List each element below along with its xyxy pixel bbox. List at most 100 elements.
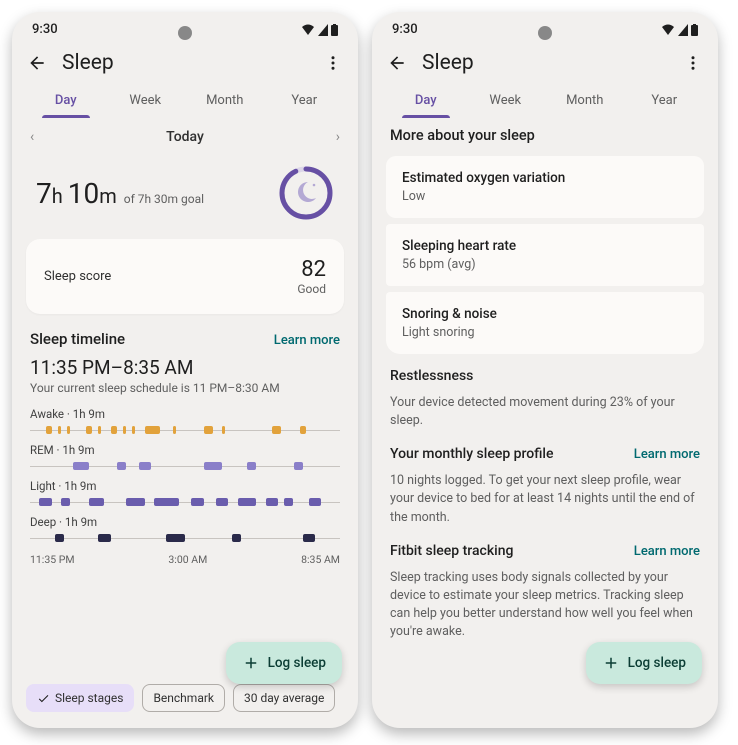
plus-icon — [602, 654, 620, 672]
minutes-value: 10 — [68, 177, 99, 210]
fitbit-tracking-header: Fitbit sleep tracking Learn more — [372, 541, 718, 565]
card-oxygen-variation[interactable]: Estimated oxygen variation Low — [386, 156, 704, 218]
monthly-profile-title: Your monthly sleep profile — [390, 446, 554, 462]
tab-day[interactable]: Day — [26, 83, 106, 118]
arrow-back-icon — [27, 53, 47, 73]
tab-month[interactable]: Month — [545, 83, 625, 118]
sleep-score-card[interactable]: Sleep score 82 Good — [26, 239, 344, 314]
wifi-icon — [661, 24, 675, 36]
card-snoring-title: Snoring & noise — [402, 306, 688, 322]
tab-year[interactable]: Year — [625, 83, 705, 118]
fitbit-tracking-title: Fitbit sleep tracking — [390, 543, 513, 559]
card-oxygen-title: Estimated oxygen variation — [402, 170, 688, 186]
signal-icon — [318, 24, 328, 36]
phone-screen-left: 9:30 Sleep Day Week Month Year ‹ Today › — [12, 12, 358, 728]
tab-week[interactable]: Week — [106, 83, 186, 118]
chip-sleep-stages[interactable]: Sleep stages — [26, 684, 134, 712]
card-snoring[interactable]: Snoring & noise Light snoring — [386, 292, 704, 354]
duration-value: 7h 10m — [36, 177, 124, 210]
card-hr-sub: 56 bpm (avg) — [402, 257, 688, 272]
more-about-sleep-heading: More about your sleep — [372, 119, 718, 150]
timeline-range: 11:35 PM–8:35 AM — [12, 354, 358, 381]
stage-awake: Awake · 1h 9m — [12, 405, 358, 437]
fitbit-learn-more-link[interactable]: Learn more — [634, 544, 700, 559]
restlessness-title: Restlessness — [390, 368, 473, 384]
stage-light-name: Light — [30, 479, 56, 493]
chip-benchmark[interactable]: Benchmark — [142, 684, 225, 712]
check-icon — [37, 692, 50, 705]
more-vert-icon — [324, 54, 342, 72]
time-range-tabs: Day Week Month Year — [372, 83, 718, 119]
schedule-note: Your current sleep schedule is 11 PM–8:3… — [12, 381, 358, 405]
app-bar: Sleep — [372, 41, 718, 83]
fab-label: Log sleep — [628, 655, 686, 671]
status-icons — [301, 24, 338, 36]
log-sleep-fab[interactable]: Log sleep — [226, 642, 342, 684]
axis-start: 11:35 PM — [30, 553, 75, 566]
page-title: Sleep — [422, 51, 668, 75]
prev-day-button[interactable]: ‹ — [30, 129, 34, 145]
phone-screen-right: 9:30 Sleep Day Week Month Year More abou… — [372, 12, 718, 728]
scroll-content-left: ‹ Today › 7h 10m of 7h 30m goal Slee — [12, 119, 358, 728]
battery-icon — [331, 24, 338, 36]
next-day-button[interactable]: › — [336, 129, 340, 145]
stage-rem-dur: 1h 9m — [62, 443, 94, 457]
sleep-duration-summary: 7h 10m of 7h 30m goal — [12, 151, 358, 239]
stage-rem-name: REM — [30, 443, 54, 457]
stage-deep: Deep · 1h 9m — [12, 513, 358, 545]
camera-punch-hole — [538, 26, 552, 40]
axis-end: 8:35 AM — [301, 553, 340, 566]
stage-light-dur: 1h 9m — [64, 479, 96, 493]
timeline-axis: 11:35 PM 3:00 AM 8:35 AM — [12, 549, 358, 566]
timeline-header: Sleep timeline Learn more — [12, 328, 358, 354]
sleep-score-label: Sleep score — [44, 269, 111, 284]
sleep-score-value: 82 — [297, 257, 326, 282]
status-time: 9:30 — [32, 22, 58, 37]
card-oxygen-sub: Low — [402, 189, 688, 204]
fab-label: Log sleep — [268, 655, 326, 671]
stage-light: Light · 1h 9m — [12, 477, 358, 509]
restlessness-body: Your device detected movement during 23%… — [372, 390, 718, 444]
timeline-learn-more-link[interactable]: Learn more — [274, 333, 340, 348]
tab-month[interactable]: Month — [185, 83, 265, 118]
overflow-menu-button[interactable] — [682, 54, 704, 72]
monthly-profile-body: 10 nights logged. To get your next sleep… — [372, 468, 718, 540]
timeline-title: Sleep timeline — [30, 330, 125, 348]
tab-week[interactable]: Week — [466, 83, 546, 118]
date-navigator: ‹ Today › — [12, 119, 358, 151]
card-hr-title: Sleeping heart rate — [402, 238, 688, 254]
arrow-back-icon — [387, 53, 407, 73]
page-title: Sleep — [62, 51, 308, 75]
monthly-learn-more-link[interactable]: Learn more — [634, 447, 700, 462]
back-button[interactable] — [26, 52, 48, 74]
stage-awake-dur: 1h 9m — [73, 407, 105, 421]
status-icons — [661, 24, 698, 36]
stage-awake-name: Awake — [30, 407, 64, 421]
monthly-profile-header: Your monthly sleep profile Learn more — [372, 444, 718, 468]
axis-mid: 3:00 AM — [168, 553, 207, 566]
overflow-menu-button[interactable] — [322, 54, 344, 72]
signal-icon — [678, 24, 688, 36]
sleep-score-word: Good — [297, 282, 326, 296]
moon-progress-icon — [278, 165, 334, 221]
hours-value: 7 — [36, 177, 52, 210]
back-button[interactable] — [386, 52, 408, 74]
log-sleep-fab[interactable]: Log sleep — [586, 642, 702, 684]
time-range-tabs: Day Week Month Year — [12, 83, 358, 119]
stage-deep-dur: 1h 9m — [65, 515, 97, 529]
progress-ring — [278, 165, 334, 221]
tab-day[interactable]: Day — [386, 83, 466, 118]
card-snoring-sub: Light snoring — [402, 325, 688, 340]
date-label: Today — [166, 129, 204, 145]
more-vert-icon — [684, 54, 702, 72]
scroll-content-right: More about your sleep Estimated oxygen v… — [372, 119, 718, 728]
tab-year[interactable]: Year — [265, 83, 345, 118]
chip-sleep-stages-label: Sleep stages — [55, 691, 123, 705]
battery-icon — [691, 24, 698, 36]
app-bar: Sleep — [12, 41, 358, 83]
camera-punch-hole — [178, 26, 192, 40]
status-time: 9:30 — [392, 22, 418, 37]
chip-30-day-avg[interactable]: 30 day average — [233, 684, 335, 712]
card-heart-rate[interactable]: Sleeping heart rate 56 bpm (avg) — [386, 224, 704, 286]
restlessness-header: Restlessness — [372, 366, 718, 390]
